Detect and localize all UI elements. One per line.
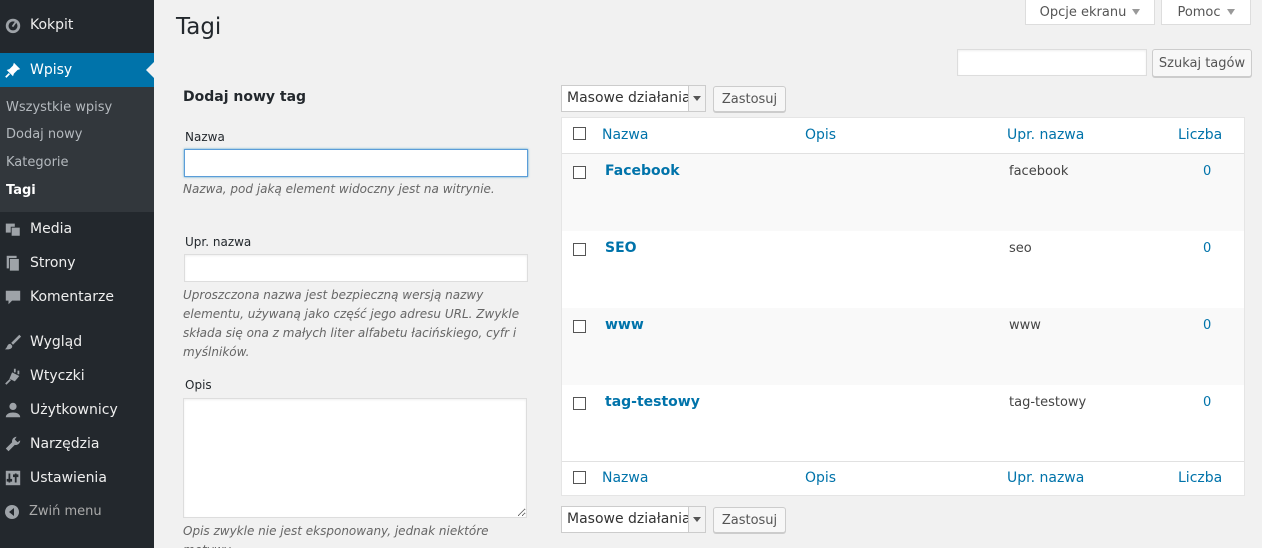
tag-count-link[interactable]: 0 bbox=[1203, 164, 1211, 179]
description-label: Opis bbox=[185, 378, 212, 392]
tag-name-link[interactable]: SEO bbox=[605, 240, 637, 256]
bulk-actions-select-bottom[interactable]: Masowe działania bbox=[561, 506, 706, 533]
settings-icon bbox=[5, 470, 21, 486]
table-row: tag-testowy tag-testowy 0 bbox=[562, 385, 1244, 462]
menu-label: Narzędzia bbox=[30, 436, 100, 452]
row-checkbox[interactable] bbox=[573, 397, 586, 410]
menu-label: Strony bbox=[30, 255, 76, 271]
tags-table: Nazwa Opis Upr. nazwa Liczba Facebook fa… bbox=[561, 117, 1245, 496]
menu-item-appearance[interactable]: Wygląd bbox=[0, 325, 154, 359]
column-header-slug[interactable]: Upr. nazwa bbox=[1007, 127, 1084, 143]
menu-item-posts[interactable]: Wpisy bbox=[0, 53, 154, 87]
menu-label: Media bbox=[30, 221, 73, 237]
tag-count-link[interactable]: 0 bbox=[1203, 241, 1211, 256]
posts-submenu: Wszystkie wpisy Dodaj nowy Kategorie Tag… bbox=[0, 87, 154, 212]
user-icon bbox=[5, 402, 21, 418]
wrench-icon bbox=[5, 436, 21, 452]
tag-description-textarea[interactable] bbox=[183, 398, 527, 518]
collapse-arrow-icon bbox=[5, 505, 19, 519]
collapse-menu-button[interactable]: Zwiń menu bbox=[0, 496, 154, 528]
row-checkbox[interactable] bbox=[573, 166, 586, 179]
caret-down-icon bbox=[1132, 9, 1141, 15]
bulk-actions-value: Masowe działania bbox=[567, 90, 691, 106]
menu-label: Wtyczki bbox=[30, 368, 85, 384]
screen-options-button[interactable]: Opcje ekranu bbox=[1025, 0, 1155, 25]
comment-icon bbox=[5, 290, 21, 305]
tag-count-link[interactable]: 0 bbox=[1203, 318, 1211, 333]
dashboard-icon bbox=[5, 18, 21, 34]
column-header-count[interactable]: Liczba bbox=[1178, 127, 1222, 143]
brush-icon bbox=[4, 334, 22, 350]
footer-divider bbox=[562, 461, 1244, 462]
screen-options-label: Opcje ekranu bbox=[1039, 4, 1127, 20]
menu-item-dashboard[interactable]: Kokpit bbox=[0, 8, 154, 42]
name-label: Nazwa bbox=[185, 130, 225, 144]
column-footer-name[interactable]: Nazwa bbox=[602, 470, 648, 486]
plugin-icon bbox=[5, 368, 20, 385]
apply-button-bottom[interactable]: Zastosuj bbox=[713, 507, 786, 533]
bulk-actions-select-top[interactable]: Masowe działania bbox=[561, 85, 706, 112]
menu-label: Ustawienia bbox=[30, 470, 107, 486]
description-help-text: Opis zwykle nie jest eksponowany, jednak… bbox=[183, 524, 489, 548]
submenu-add-new[interactable]: Dodaj nowy bbox=[6, 127, 82, 143]
submenu-all-posts[interactable]: Wszystkie wpisy bbox=[6, 100, 112, 116]
tag-slug: www bbox=[1009, 318, 1041, 333]
add-tag-heading: Dodaj nowy tag bbox=[183, 89, 307, 105]
tag-count-link[interactable]: 0 bbox=[1203, 395, 1211, 410]
menu-item-users[interactable]: Użytkownicy bbox=[0, 393, 154, 427]
menu-label: Wygląd bbox=[30, 334, 83, 350]
dropdown-arrow-icon bbox=[688, 86, 705, 111]
page-title: Tagi bbox=[176, 14, 222, 40]
menu-label: Kokpit bbox=[30, 17, 74, 33]
pages-icon bbox=[6, 255, 20, 272]
row-checkbox[interactable] bbox=[573, 320, 586, 333]
tag-search-input[interactable] bbox=[957, 49, 1147, 76]
slug-help-text: Uproszczona nazwa jest bezpieczną wersją… bbox=[183, 288, 520, 359]
help-label: Pomoc bbox=[1177, 4, 1221, 20]
select-all-checkbox-footer[interactable] bbox=[573, 471, 586, 484]
column-header-name[interactable]: Nazwa bbox=[602, 127, 648, 143]
select-all-checkbox[interactable] bbox=[573, 127, 586, 140]
tag-name-link[interactable]: Facebook bbox=[605, 163, 680, 179]
table-row: www www 0 bbox=[562, 308, 1244, 385]
table-row: SEO seo 0 bbox=[562, 231, 1244, 308]
menu-item-settings[interactable]: Ustawienia bbox=[0, 461, 154, 495]
menu-label: Wpisy bbox=[30, 62, 73, 78]
pin-icon bbox=[5, 62, 21, 78]
slug-label: Upr. nazwa bbox=[185, 235, 252, 249]
apply-button-top[interactable]: Zastosuj bbox=[713, 86, 786, 112]
submenu-categories[interactable]: Kategorie bbox=[6, 155, 69, 171]
column-footer-description[interactable]: Opis bbox=[805, 470, 836, 486]
column-footer-slug[interactable]: Upr. nazwa bbox=[1007, 470, 1084, 486]
column-header-description[interactable]: Opis bbox=[805, 127, 836, 143]
menu-label: Komentarze bbox=[30, 289, 114, 305]
menu-item-comments[interactable]: Komentarze bbox=[0, 280, 154, 314]
menu-item-media[interactable]: Media bbox=[0, 212, 154, 246]
admin-sidebar: Kokpit Wpisy Wszystkie wpisy Dodaj nowy … bbox=[0, 0, 154, 548]
name-help-text: Nazwa, pod jaką element widoczny jest na… bbox=[183, 182, 495, 196]
menu-item-plugins[interactable]: Wtyczki bbox=[0, 359, 154, 393]
menu-item-pages[interactable]: Strony bbox=[0, 246, 154, 280]
tag-name-link[interactable]: tag-testowy bbox=[605, 394, 700, 410]
tag-slug: tag-testowy bbox=[1009, 395, 1087, 410]
tag-slug: facebook bbox=[1009, 164, 1069, 179]
help-button[interactable]: Pomoc bbox=[1161, 0, 1251, 25]
menu-label: Użytkownicy bbox=[30, 402, 118, 418]
menu-item-tools[interactable]: Narzędzia bbox=[0, 427, 154, 461]
dropdown-arrow-icon bbox=[688, 507, 705, 532]
table-row: Facebook facebook 0 bbox=[562, 154, 1244, 231]
caret-down-icon bbox=[1226, 9, 1235, 15]
collapse-label: Zwiń menu bbox=[29, 504, 102, 519]
submenu-tags[interactable]: Tagi bbox=[6, 183, 36, 199]
tag-name-link[interactable]: www bbox=[605, 317, 644, 333]
media-icon bbox=[5, 223, 21, 237]
tag-slug: seo bbox=[1009, 241, 1032, 256]
column-footer-count[interactable]: Liczba bbox=[1178, 470, 1222, 486]
tag-slug-input[interactable] bbox=[184, 254, 528, 282]
row-checkbox[interactable] bbox=[573, 243, 586, 256]
tag-name-input[interactable] bbox=[184, 149, 528, 177]
bulk-actions-value: Masowe działania bbox=[567, 511, 691, 527]
search-tags-button[interactable]: Szukaj tagów bbox=[1152, 49, 1252, 77]
